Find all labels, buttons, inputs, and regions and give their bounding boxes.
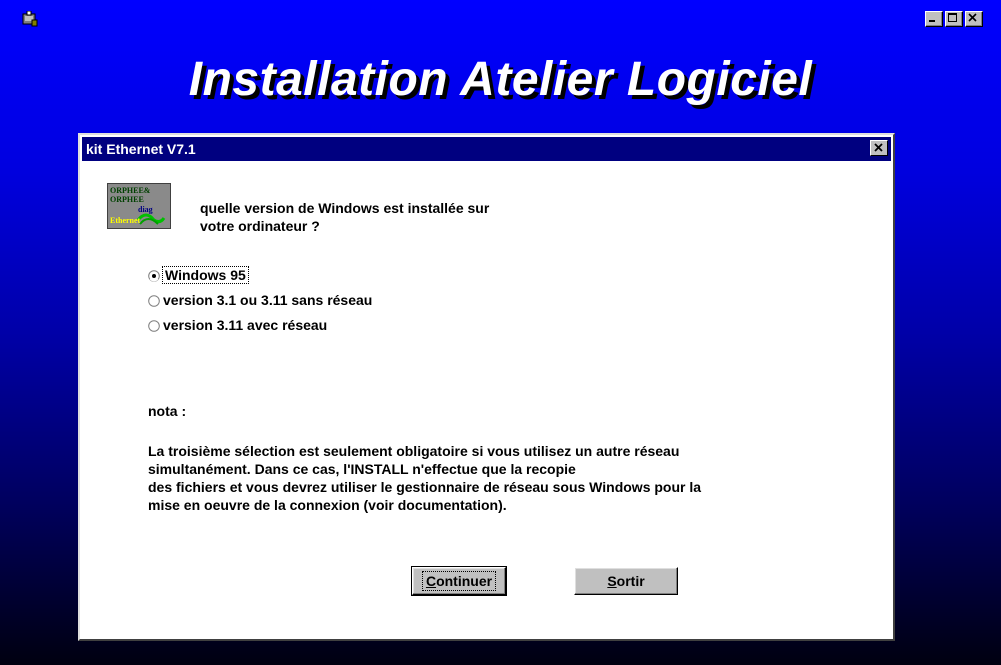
close-icon	[874, 143, 883, 152]
version-question: quelle version de Windows est installée …	[200, 199, 620, 235]
orphee-logo: ORPHEE& ORPHEE diag Ethernet	[107, 183, 171, 229]
logo-text-line4: Ethernet	[110, 216, 141, 225]
exit-button[interactable]: Sortir	[574, 567, 678, 595]
option-win311-network[interactable]: version 3.11 avec réseau	[148, 317, 327, 333]
logo-text-line3: diag	[138, 205, 153, 214]
window-top-bar	[0, 0, 1001, 32]
minimize-button[interactable]	[925, 11, 943, 27]
option-label: Windows 95	[162, 266, 249, 284]
radio-unselected-icon[interactable]	[148, 294, 160, 307]
option-windows95[interactable]: Windows 95	[148, 266, 249, 284]
logo-text-line1: ORPHEE&	[110, 186, 151, 195]
option-label: version 3.1 ou 3.11 sans réseau	[163, 292, 373, 308]
radio-selected-icon[interactable]	[148, 269, 160, 282]
maximize-button[interactable]	[945, 11, 963, 27]
option-label: version 3.11 avec réseau	[163, 317, 328, 333]
exit-button-label: Sortir	[607, 573, 645, 589]
logo-text-line2: ORPHEE	[110, 195, 144, 204]
continue-button-label: Continuer	[421, 571, 497, 591]
minimize-icon	[929, 20, 935, 22]
question-line-1: quelle version de Windows est installée …	[200, 200, 490, 216]
window-controls	[925, 11, 983, 27]
radio-unselected-icon[interactable]	[148, 319, 160, 332]
dialog-close-button[interactable]	[870, 140, 888, 156]
note-line: simultanément. Dans ce cas, l'INSTALL n'…	[148, 461, 576, 477]
system-menu-icon[interactable]	[22, 10, 38, 27]
close-window-button[interactable]	[965, 11, 983, 27]
note-line: La troisième sélection est seulement obl…	[148, 443, 680, 459]
question-line-2: votre ordinateur ?	[200, 218, 320, 234]
continue-button[interactable]: Continuer	[411, 566, 507, 596]
note-text: La troisième sélection est seulement obl…	[148, 442, 868, 514]
note-line: mise en oeuvre de la connexion (voir doc…	[148, 497, 507, 513]
maximize-icon	[948, 13, 957, 22]
dialog-titlebar: kit Ethernet V7.1	[82, 137, 891, 161]
installer-screen: Installation Atelier Logiciel kit Ethern…	[0, 0, 1001, 665]
note-line: des fichiers et vous devrez utiliser le …	[148, 479, 702, 495]
close-icon	[968, 13, 977, 22]
nota-label: nota :	[148, 403, 187, 419]
version-dialog: kit Ethernet V7.1 ORPHEE& ORPHEE diag Et…	[78, 133, 895, 641]
installer-title: Installation Atelier Logiciel	[188, 53, 813, 106]
option-win31-no-network[interactable]: version 3.1 ou 3.11 sans réseau	[148, 292, 372, 308]
dialog-title: kit Ethernet V7.1	[86, 141, 196, 157]
